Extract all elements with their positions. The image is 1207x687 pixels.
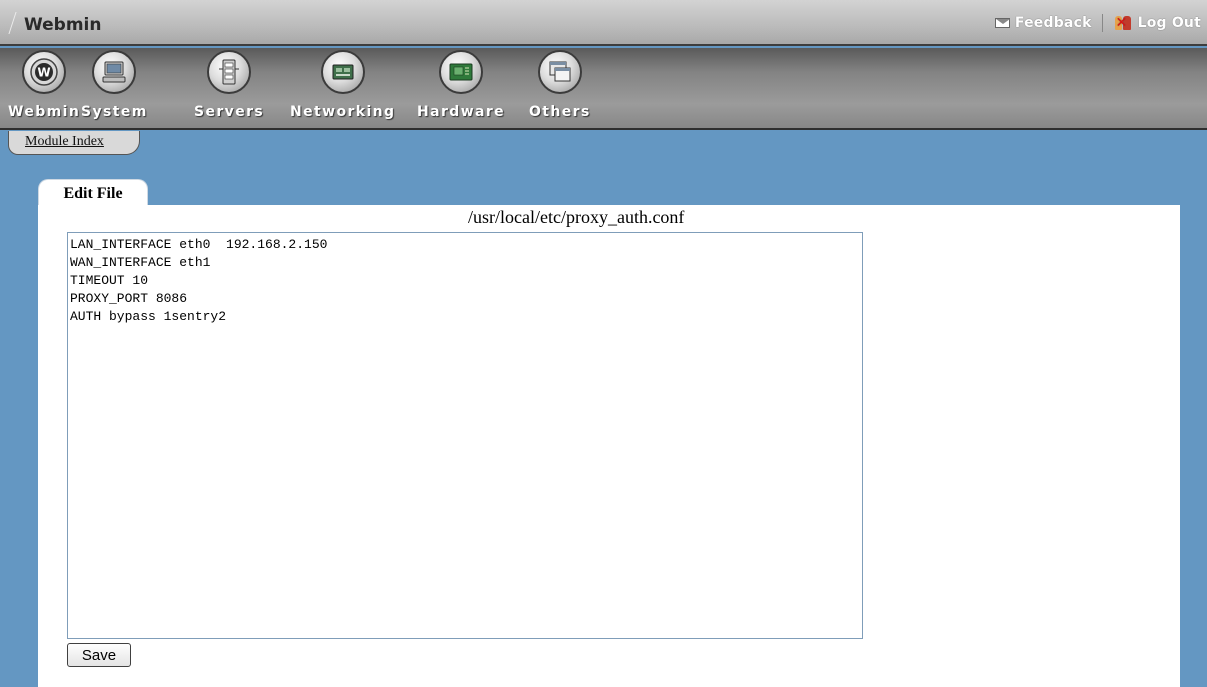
- envelope-icon: [994, 18, 1010, 28]
- edit-file-panel: /usr/local/etc/proxy_auth.conf LAN_INTER…: [38, 205, 1180, 687]
- category-nav: W Webmin System Servers Networking Hardw…: [0, 48, 1207, 130]
- edit-file-tab: Edit File: [38, 179, 148, 207]
- header-links: Feedback ✕ Log Out: [994, 14, 1201, 32]
- module-index-tab: Module Index: [8, 131, 140, 155]
- nav-label-system: System: [81, 104, 148, 120]
- nav-label-servers: Servers: [194, 104, 265, 120]
- nav-item-others[interactable]: Others: [529, 50, 591, 120]
- file-path-heading: /usr/local/etc/proxy_auth.conf: [468, 207, 685, 227]
- file-content-editor[interactable]: LAN_INTERFACE eth0 192.168.2.150 WAN_INT…: [67, 232, 863, 639]
- svg-text:W: W: [37, 66, 50, 80]
- nav-item-servers[interactable]: Servers: [194, 50, 264, 120]
- windows-icon: [537, 50, 582, 94]
- logout-label: Log Out: [1137, 15, 1201, 31]
- computer-icon: [92, 50, 137, 94]
- app-title: Webmin: [24, 15, 102, 35]
- top-bar: Webmin Feedback ✕ Log Out: [0, 0, 1207, 46]
- circuit-board-icon: [439, 50, 484, 94]
- nav-label-hardware: Hardware: [417, 104, 506, 120]
- logout-icon: ✕: [1113, 14, 1133, 32]
- module-index-link[interactable]: Module Index: [25, 134, 104, 149]
- nav-item-hardware[interactable]: Hardware: [417, 50, 505, 120]
- feedback-link[interactable]: Feedback: [994, 15, 1092, 31]
- network-card-icon: [320, 50, 365, 94]
- nav-label-networking: Networking: [290, 104, 396, 120]
- nav-label-others: Others: [529, 104, 591, 120]
- title-tab-edge: [8, 12, 26, 34]
- webmin-logo-icon: W: [22, 50, 67, 94]
- logout-link[interactable]: ✕ Log Out: [1113, 14, 1201, 32]
- nav-item-webmin[interactable]: W Webmin: [8, 50, 80, 120]
- nav-label-webmin: Webmin: [8, 104, 81, 120]
- nav-item-networking[interactable]: Networking: [290, 50, 395, 120]
- nav-item-system[interactable]: System: [81, 50, 148, 120]
- save-button[interactable]: Save: [67, 643, 131, 667]
- edit-file-title: Edit File: [63, 184, 123, 202]
- header-separator: [1101, 14, 1103, 32]
- feedback-label: Feedback: [1014, 15, 1092, 31]
- server-rack-icon: [207, 50, 252, 94]
